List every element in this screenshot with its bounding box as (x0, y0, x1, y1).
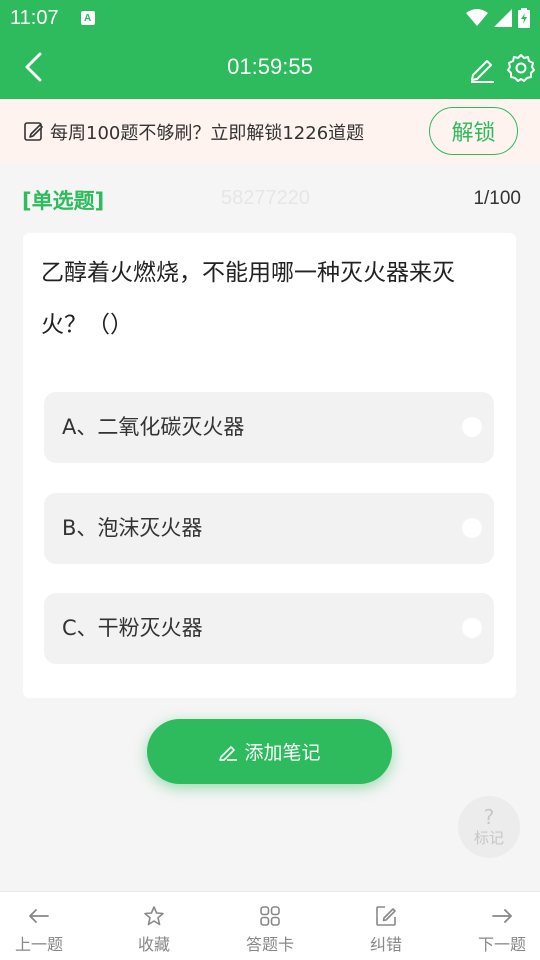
option-label: B、泡沫灭火器 (62, 516, 203, 540)
arrow-right-icon (492, 909, 512, 923)
arrow-left-icon (29, 909, 49, 923)
signal-icon (494, 9, 512, 27)
question-card: 乙醇着火燃烧，不能用哪一种灭火器来灭火？（） A、二氧化碳灭火器 B、泡沫灭火器… (23, 233, 516, 698)
nav-label: 上一题 (14, 935, 63, 954)
watermark: 58277220 (221, 187, 310, 209)
status-time: 11:07 (10, 6, 59, 29)
app-notification-icon: A (80, 11, 95, 25)
option-b[interactable]: B、泡沫灭火器 (44, 493, 494, 564)
add-note-label: 添加笔记 (244, 742, 321, 764)
status-bar: 11:07 A (0, 0, 540, 36)
settings-button[interactable] (506, 53, 536, 83)
note-icon (24, 122, 43, 141)
unlock-button[interactable]: 解锁 (429, 107, 518, 155)
report-error-button[interactable]: 纠错 (341, 892, 431, 960)
question-text: 乙醇着火燃烧，不能用哪一种灭火器来灭火？（） (41, 260, 455, 338)
bottom-nav: 上一题 收藏 答题卡 纠错 下一题 (0, 891, 540, 960)
edit-square-icon (376, 906, 396, 926)
grid-icon (260, 906, 280, 926)
next-question-button[interactable]: 下一题 (457, 892, 540, 960)
mark-button[interactable]: ? 标记 (458, 796, 520, 858)
option-label: C、干粉灭火器 (62, 616, 203, 640)
promo-banner: 每周100题不够刷？立即解锁1226道题 解锁 (0, 99, 540, 163)
gear-icon (507, 54, 535, 82)
prev-question-button[interactable]: 上一题 (0, 892, 84, 960)
nav-label: 下一题 (477, 935, 526, 954)
option-a[interactable]: A、二氧化碳灭火器 (44, 392, 494, 463)
add-note-button[interactable]: 添加笔记 (147, 719, 392, 784)
star-icon (144, 906, 164, 926)
question-type: [单选题] (22, 189, 105, 213)
option-radio[interactable] (462, 417, 482, 437)
edit-button[interactable] (467, 53, 497, 83)
nav-label: 答题卡 (245, 935, 294, 954)
status-indicators (466, 8, 530, 28)
question-progress: 1/100 (473, 188, 521, 209)
header-bar: 01:59:55 (0, 36, 540, 99)
answer-card-button[interactable]: 答题卡 (225, 892, 315, 960)
question-mark-icon: ? (483, 805, 495, 829)
edit-icon (471, 60, 494, 83)
pen-icon (219, 745, 238, 761)
nav-label: 收藏 (137, 935, 170, 954)
promo-text: 每周100题不够刷？立即解锁1226道题 (50, 123, 365, 144)
option-radio[interactable] (462, 618, 482, 638)
option-c[interactable]: C、干粉灭火器 (44, 593, 494, 664)
countdown-timer: 01:59:55 (227, 54, 313, 79)
wifi-icon (466, 9, 488, 26)
mark-label: 标记 (473, 829, 504, 847)
battery-icon (518, 8, 530, 28)
nav-label: 纠错 (369, 935, 402, 954)
favorite-button[interactable]: 收藏 (109, 892, 199, 960)
option-label: A、二氧化碳灭火器 (62, 415, 245, 439)
option-radio[interactable] (462, 518, 482, 538)
